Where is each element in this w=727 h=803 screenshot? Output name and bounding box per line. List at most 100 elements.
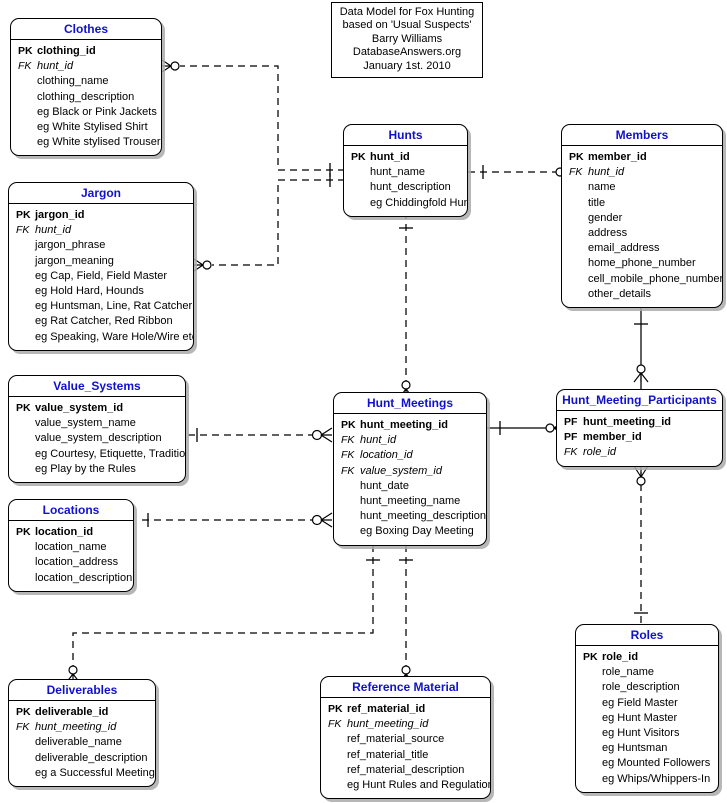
attribute-name: eg Whips/Whippers-In	[602, 772, 711, 785]
attribute-key: PK	[569, 151, 584, 163]
attribute-row: address	[566, 226, 718, 241]
attribute-name: hunt_id	[35, 224, 72, 237]
entity-deliverables[interactable]: Deliverables PK deliverable_id FK hunt_mee…	[8, 679, 156, 788]
entity-title: Locations	[9, 500, 133, 521]
attribute-name: clothing_name	[37, 75, 109, 88]
entity-attribute-list: PK value_system_id value_system_name valu…	[9, 397, 185, 482]
relationship-locations-hunt-meetings	[142, 512, 333, 528]
attribute-row: eg Mounted Followers	[580, 756, 714, 771]
entity-jargon[interactable]: Jargon PK jargon_id FK hunt_id jargon_phra…	[8, 182, 194, 351]
entity-reference-material[interactable]: Reference Material PK ref_material_id FK h…	[320, 676, 491, 800]
attribute-row: FK location_id	[338, 448, 482, 463]
attribute-key: PK	[18, 45, 33, 57]
attribute-row: PF hunt_meeting_id	[561, 415, 718, 430]
attribute-row: jargon_meaning	[13, 254, 189, 269]
entity-locations[interactable]: Locations PK location_id location_name lo…	[8, 499, 134, 592]
relationship-members-participants	[633, 308, 649, 392]
note-line: Barry Williams	[371, 32, 443, 45]
entity-hunts[interactable]: Hunts PK hunt_id hunt_name hunt_descripti…	[343, 124, 468, 217]
attribute-key: PK	[341, 419, 356, 431]
entity-attribute-list: PK member_id FK hunt_id name title gender …	[562, 146, 722, 307]
attribute-row: eg Huntsman	[580, 741, 714, 756]
attribute-name: eg Boxing Day Meeting	[360, 525, 474, 538]
attribute-key: FK	[341, 434, 355, 447]
entity-roles[interactable]: Roles PK role_id role_name role_descripti…	[575, 624, 719, 793]
relationship-hunts-hunt-meetings	[398, 212, 414, 399]
entity-members[interactable]: Members PK member_id FK hunt_id name title…	[561, 124, 723, 309]
attribute-name: eg Play by the Rules	[35, 462, 136, 475]
attribute-name: value_system_id	[35, 402, 124, 414]
attribute-row: PK member_id	[566, 150, 718, 165]
entity-attribute-list: PK deliverable_id FK hunt_meeting_id deliv…	[9, 701, 155, 786]
attribute-row: hunt_meeting_description	[338, 509, 486, 524]
entity-attribute-list: PK jargon_id FK hunt_id jargon_phrase jarg…	[9, 204, 193, 350]
attribute-key: PK	[328, 703, 343, 715]
attribute-key: FK	[328, 718, 342, 731]
attribute-row: eg Courtesy, Etiquette, Tradition	[13, 447, 185, 462]
entity-attribute-list: PK hunt_meeting_id FK hunt_id FK location_i…	[334, 414, 486, 545]
attribute-row: ref_material_description	[325, 763, 486, 778]
entity-clothes[interactable]: Clothes PK clothing_id FK hunt_id clothing…	[10, 18, 162, 157]
attribute-name: jargon_id	[35, 209, 85, 221]
attribute-row: FK hunt_meeting_id	[325, 717, 486, 732]
attribute-name: location_name	[35, 541, 107, 554]
attribute-name: hunt_meeting_description	[360, 510, 486, 523]
entity-title: Hunts	[344, 125, 467, 146]
entity-title: Reference Material	[321, 677, 490, 698]
attribute-row: value_system_description	[13, 431, 181, 446]
relationship-hunts-jargon	[193, 173, 345, 272]
attribute-name: title	[588, 196, 606, 209]
entity-title: Members	[562, 125, 722, 146]
attribute-name: value_system_description	[35, 432, 162, 445]
attribute-row: eg White stylised Trousers	[15, 135, 161, 150]
entity-attribute-list: PK clothing_id FK hunt_id clothing_name cl…	[11, 40, 161, 155]
attribute-row: other_details	[566, 287, 718, 302]
entity-hunt-meetings[interactable]: Hunt_Meetings PK hunt_meeting_id FK hunt_i…	[333, 392, 487, 546]
attribute-row: deliverable_description	[13, 751, 151, 766]
attribute-row: eg Hunt Master	[580, 711, 714, 726]
attribute-key: FK	[16, 721, 30, 734]
attribute-name: eg Field Master	[602, 696, 678, 709]
attribute-row: PK jargon_id	[13, 208, 189, 223]
attribute-name: gender	[588, 211, 623, 224]
attribute-row: FK role_id	[561, 445, 718, 460]
entity-title: Value_Systems	[9, 376, 185, 397]
attribute-key: FK	[16, 224, 30, 237]
attribute-name: hunt_meeting_id	[360, 419, 449, 431]
attribute-row: eg Boxing Day Meeting	[338, 524, 482, 539]
attribute-name: location_id	[360, 449, 413, 462]
attribute-row: PK hunt_meeting_id	[338, 418, 482, 433]
relationship-hunt-meetings-participants	[487, 421, 564, 435]
attribute-row: eg Speaking, Ware Hole/Wire etc	[13, 330, 193, 345]
entity-value-systems[interactable]: Value_Systems PK value_system_id value_sy…	[8, 375, 186, 484]
attribute-row: clothing_description	[15, 90, 157, 105]
attribute-key: PK	[583, 651, 598, 663]
er-diagram-canvas: Data Model for Fox Hunting based on 'Usu…	[0, 0, 727, 803]
entity-hunt-meeting-participants[interactable]: Hunt_Meeting_Participants PF hunt_meeting…	[556, 389, 723, 467]
relationship-value-systems-hunt-meetings	[188, 427, 333, 443]
entity-attribute-list: PK location_id location_name location_add…	[9, 521, 133, 591]
attribute-row: location_name	[13, 540, 129, 555]
attribute-row: FK hunt_id	[15, 59, 157, 74]
attribute-row: FK value_system_id	[338, 464, 482, 479]
diagram-title-note: Data Model for Fox Hunting based on 'Usu…	[331, 2, 483, 79]
attribute-row: eg Field Master	[580, 696, 714, 711]
attribute-row: value_system_name	[13, 416, 181, 431]
attribute-row: eg Hold Hard, Hounds	[13, 284, 189, 299]
attribute-row: name	[566, 180, 718, 195]
attribute-row: eg a Successful Meeting	[13, 766, 155, 781]
attribute-name: role_name	[602, 666, 654, 679]
attribute-row: PF member_id	[561, 430, 718, 445]
attribute-name: ref_material_title	[347, 748, 429, 761]
attribute-row: FK hunt_id	[566, 165, 718, 180]
attribute-key: FK	[569, 166, 583, 179]
attribute-name: eg Speaking, Ware Hole/Wire etc	[35, 330, 194, 343]
attribute-name: hunt_name	[370, 166, 426, 179]
attribute-name: hunt_id	[588, 166, 625, 179]
attribute-name: hunt_meeting_id	[35, 721, 117, 734]
attribute-key: PF	[564, 431, 578, 444]
entity-attribute-list: PK ref_material_id FK hunt_meeting_id ref_…	[321, 698, 490, 798]
entity-title: Roles	[576, 625, 718, 646]
attribute-row: PK clothing_id	[15, 44, 157, 59]
attribute-name: value_system_id	[360, 464, 442, 477]
